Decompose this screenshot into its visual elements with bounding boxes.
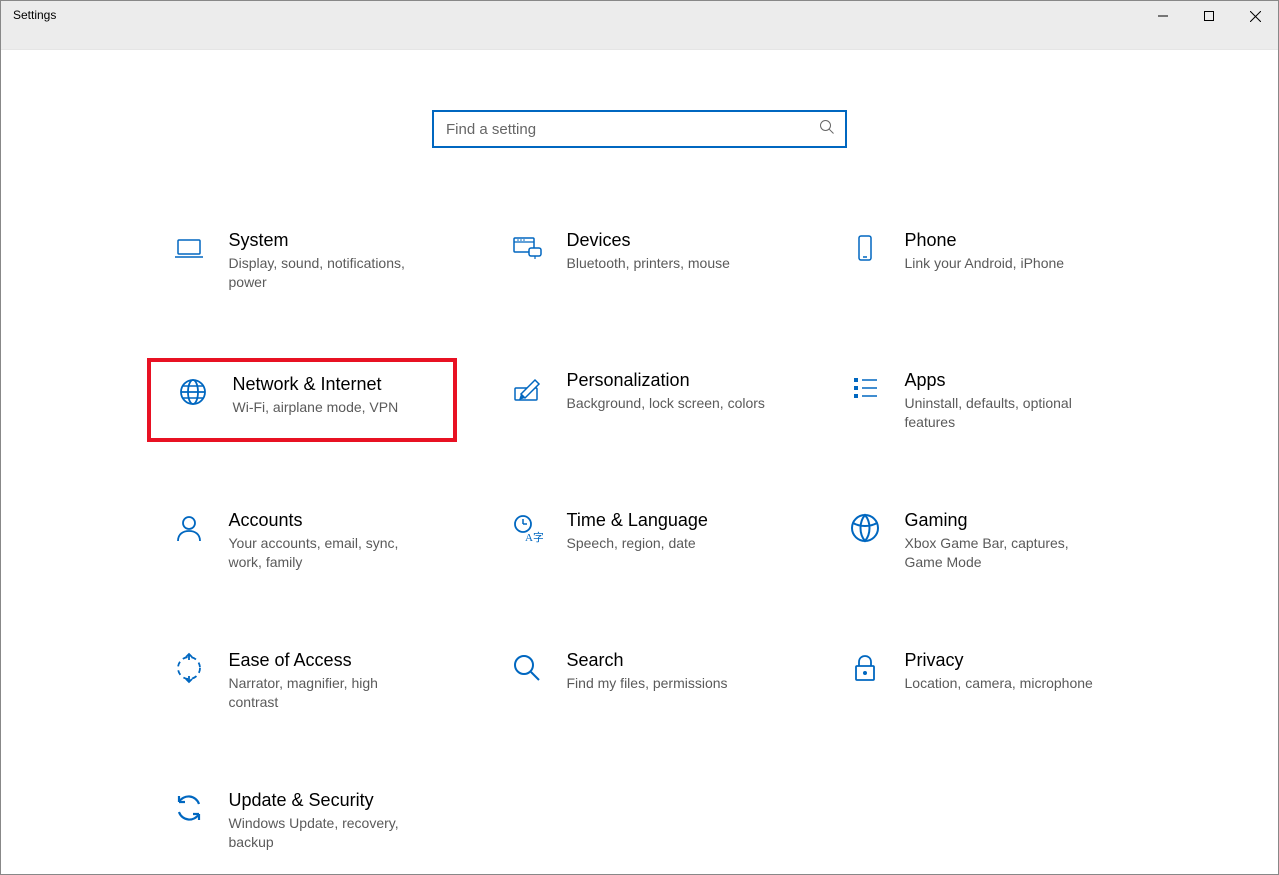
category-search[interactable]: Search Find my files, permissions — [485, 638, 795, 722]
category-title: Update & Security — [229, 788, 429, 812]
person-icon — [171, 510, 207, 546]
category-desc: Your accounts, email, sync, work, family — [229, 534, 429, 572]
gaming-icon — [847, 510, 883, 546]
time-icon — [509, 510, 545, 546]
category-desc: Bluetooth, printers, mouse — [567, 254, 730, 273]
category-update[interactable]: Update & SecurityWindows Update, recover… — [147, 778, 457, 862]
devices-icon — [509, 230, 545, 266]
category-text: AccountsYour accounts, email, sync, work… — [229, 508, 429, 572]
category-desc: Speech, region, date — [567, 534, 708, 553]
category-privacy[interactable]: Privacy Location, camera, microphone — [823, 638, 1133, 722]
apps-icon — [847, 370, 883, 406]
lock-icon — [847, 650, 883, 686]
category-title: Personalization — [567, 368, 765, 392]
category-apps[interactable]: AppsUninstall, defaults, optional featur… — [823, 358, 1133, 442]
category-desc: Xbox Game Bar, captures, Game Mode — [905, 534, 1105, 572]
window-title: Settings — [13, 1, 56, 22]
category-text: Time & Language Speech, region, date — [567, 508, 708, 553]
minimize-icon — [1158, 11, 1168, 21]
category-desc: Wi-Fi, airplane mode, VPN — [233, 398, 399, 417]
category-network[interactable]: Network & Internet Wi-Fi, airplane mode, … — [147, 358, 457, 442]
search-input[interactable] — [444, 120, 819, 139]
category-personalization[interactable]: Personalization Background, lock screen, … — [485, 358, 795, 442]
category-ease[interactable]: Ease of AccessNarrator, magnifier, high … — [147, 638, 457, 722]
category-desc: Link your Android, iPhone — [905, 254, 1065, 273]
category-text: AppsUninstall, defaults, optional featur… — [905, 368, 1105, 432]
category-accounts[interactable]: AccountsYour accounts, email, sync, work… — [147, 498, 457, 582]
category-desc: Windows Update, recovery, backup — [229, 814, 429, 852]
category-title: Gaming — [905, 508, 1105, 532]
category-devices[interactable]: Devices Bluetooth, printers, mouse — [485, 218, 795, 302]
search-wrap — [1, 110, 1278, 148]
category-text: Ease of AccessNarrator, magnifier, high … — [229, 648, 429, 712]
category-text: Devices Bluetooth, printers, mouse — [567, 228, 730, 273]
search-icon — [509, 650, 545, 686]
pen-icon — [509, 370, 545, 406]
category-desc: Narrator, magnifier, high contrast — [229, 674, 429, 712]
maximize-icon — [1204, 11, 1214, 21]
search-icon — [819, 119, 835, 140]
category-text: Personalization Background, lock screen, … — [567, 368, 765, 413]
caption-buttons — [1140, 1, 1278, 31]
category-title: Accounts — [229, 508, 429, 532]
close-icon — [1250, 11, 1261, 22]
category-text: Update & SecurityWindows Update, recover… — [229, 788, 429, 852]
category-desc: Find my files, permissions — [567, 674, 728, 693]
category-title: Network & Internet — [233, 372, 399, 396]
minimize-button[interactable] — [1140, 1, 1186, 31]
category-gaming[interactable]: GamingXbox Game Bar, captures, Game Mode — [823, 498, 1133, 582]
category-text: Search Find my files, permissions — [567, 648, 728, 693]
category-grid: SystemDisplay, sound, notifications, pow… — [147, 218, 1133, 862]
category-title: Ease of Access — [229, 648, 429, 672]
category-time[interactable]: Time & Language Speech, region, date — [485, 498, 795, 582]
category-text: SystemDisplay, sound, notifications, pow… — [229, 228, 429, 292]
category-desc: Background, lock screen, colors — [567, 394, 765, 413]
category-desc: Location, camera, microphone — [905, 674, 1093, 693]
category-desc: Display, sound, notifications, power — [229, 254, 429, 292]
category-text: Privacy Location, camera, microphone — [905, 648, 1093, 693]
ease-icon — [171, 650, 207, 686]
close-button[interactable] — [1232, 1, 1278, 31]
category-title: Devices — [567, 228, 730, 252]
category-title: Privacy — [905, 648, 1093, 672]
laptop-icon — [171, 230, 207, 266]
category-title: Search — [567, 648, 728, 672]
search-box[interactable] — [432, 110, 847, 148]
category-title: Apps — [905, 368, 1105, 392]
category-title: Time & Language — [567, 508, 708, 532]
category-system[interactable]: SystemDisplay, sound, notifications, pow… — [147, 218, 457, 302]
settings-window: Settings SystemDisplay, sound, notificat… — [0, 0, 1279, 875]
phone-icon — [847, 230, 883, 266]
maximize-button[interactable] — [1186, 1, 1232, 31]
category-text: GamingXbox Game Bar, captures, Game Mode — [905, 508, 1105, 572]
category-phone[interactable]: Phone Link your Android, iPhone — [823, 218, 1133, 302]
content-area: SystemDisplay, sound, notifications, pow… — [1, 50, 1278, 874]
category-text: Network & Internet Wi-Fi, airplane mode, … — [233, 372, 399, 417]
category-text: Phone Link your Android, iPhone — [905, 228, 1065, 273]
category-title: Phone — [905, 228, 1065, 252]
category-title: System — [229, 228, 429, 252]
globe-icon — [175, 374, 211, 410]
titlebar: Settings — [1, 1, 1278, 50]
category-desc: Uninstall, defaults, optional features — [905, 394, 1105, 432]
update-icon — [171, 790, 207, 826]
